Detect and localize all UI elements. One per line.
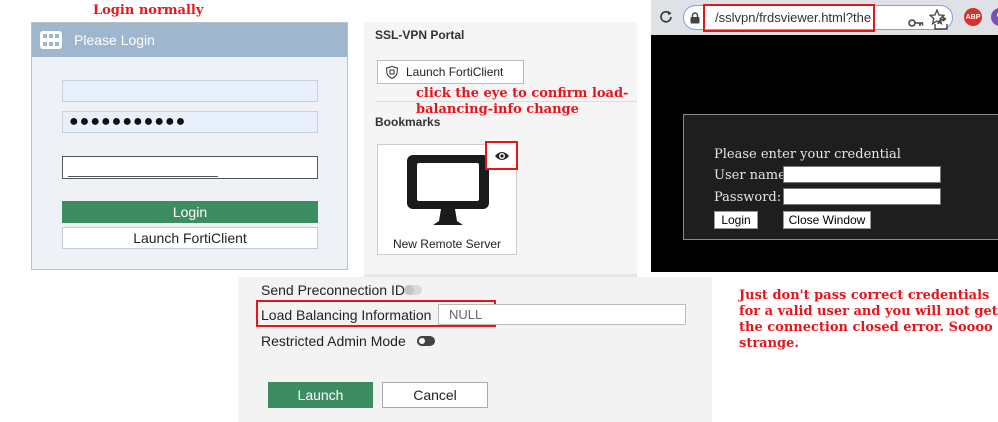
address-bar[interactable]: /sslvpn/frdsviewer.html?the bbox=[683, 4, 953, 32]
username-label: User name: bbox=[714, 168, 791, 183]
login-header: Please Login bbox=[32, 23, 347, 57]
credential-username-input[interactable] bbox=[783, 166, 941, 183]
adblock-icon[interactable]: ABP bbox=[964, 8, 982, 26]
browser-toolbar: /sslvpn/frdsviewer.html?the ABP bbox=[651, 0, 998, 35]
portal-title: SSL-VPN Portal bbox=[375, 28, 465, 42]
redaction-mask bbox=[68, 159, 218, 177]
grid-icon bbox=[40, 31, 62, 49]
load-balancing-input[interactable]: NULL bbox=[438, 304, 686, 325]
launch-button[interactable]: Launch bbox=[268, 382, 373, 408]
bookmark-star-icon[interactable] bbox=[929, 9, 945, 25]
restricted-admin-toggle[interactable] bbox=[417, 336, 435, 346]
password-label: Password: bbox=[714, 190, 782, 205]
credential-title: Please enter your credential bbox=[714, 147, 901, 162]
eye-icon-button[interactable] bbox=[485, 141, 518, 170]
login-panel: Please Login ●●●●●●●●●●● Login Launch Fo… bbox=[31, 22, 348, 270]
restricted-admin-label: Restricted Admin Mode bbox=[261, 333, 406, 349]
bookmark-label: New Remote Server bbox=[392, 237, 502, 251]
send-preconnection-id-label: Send Preconnection ID bbox=[261, 282, 405, 298]
credential-password-input[interactable] bbox=[783, 188, 941, 205]
token-field[interactable] bbox=[62, 156, 318, 179]
portal-launch-forticlient-label: Launch FortiClient bbox=[406, 65, 504, 79]
login-header-title: Please Login bbox=[74, 32, 155, 48]
cancel-button[interactable]: Cancel bbox=[382, 382, 488, 408]
username-field[interactable] bbox=[62, 80, 318, 102]
send-preconnection-id-toggle[interactable] bbox=[404, 285, 422, 295]
toggle-knob bbox=[404, 285, 414, 295]
annotation-credentials-hint: Just don't pass correct credentials for … bbox=[739, 288, 998, 351]
url-text[interactable]: /sslvpn/frdsviewer.html?the bbox=[703, 4, 875, 32]
monitor-icon bbox=[407, 155, 489, 225]
credential-login-button[interactable]: Login bbox=[714, 211, 758, 229]
credential-panel: Please enter your credential User name: … bbox=[683, 114, 998, 240]
login-button[interactable]: Login bbox=[62, 201, 318, 223]
password-field[interactable]: ●●●●●●●●●●● bbox=[62, 111, 318, 133]
load-balancing-label: Load Balancing Information bbox=[261, 307, 432, 323]
browser-window: /sslvpn/frdsviewer.html?the ABP Please e… bbox=[651, 0, 998, 272]
key-icon[interactable] bbox=[908, 17, 924, 29]
launch-dialog: Send Preconnection ID Load Balancing Inf… bbox=[238, 277, 712, 422]
close-window-button[interactable]: Close Window bbox=[783, 211, 871, 229]
reload-icon[interactable] bbox=[659, 10, 673, 24]
lock-icon bbox=[690, 12, 700, 24]
eye-icon bbox=[494, 151, 509, 160]
profile-icon[interactable] bbox=[991, 8, 998, 26]
annotation-login-normally: Login normally bbox=[93, 3, 204, 18]
launch-forticlient-button[interactable]: Launch FortiClient bbox=[62, 227, 318, 249]
portal-launch-forticlient-button[interactable]: Launch FortiClient bbox=[377, 60, 524, 84]
toggle-knob bbox=[417, 336, 427, 346]
forticlient-shield-icon bbox=[386, 65, 398, 79]
annotation-eye-hint: click the eye to confirm load-balancing-… bbox=[416, 86, 629, 117]
